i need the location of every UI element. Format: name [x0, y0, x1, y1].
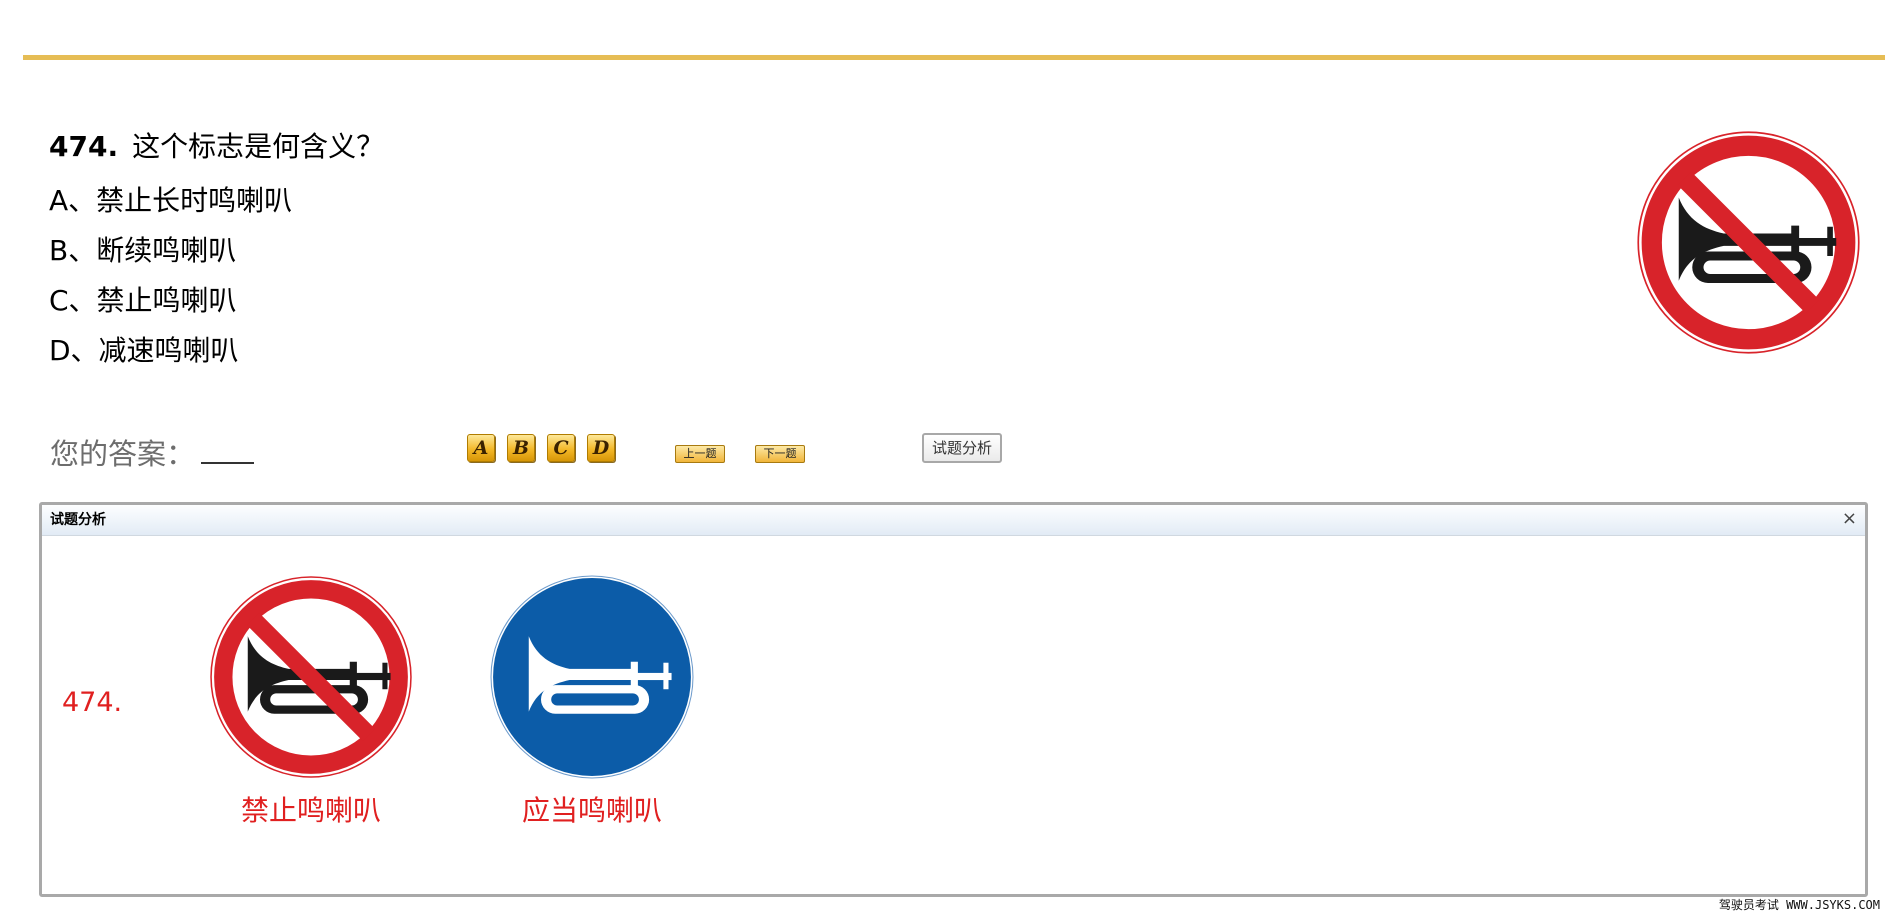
panel-question-number: 474.: [62, 687, 123, 718]
analysis-button[interactable]: 试题分析: [922, 433, 1002, 463]
honking-required-sign-icon: [490, 575, 694, 779]
your-answer-label: 您的答案：: [50, 437, 196, 471]
close-icon[interactable]: ×: [1842, 509, 1857, 529]
panel-title: 试题分析: [50, 512, 106, 528]
caption-no-honking: 禁止鸣喇叭: [240, 794, 381, 827]
caption-honking-required: 应当鸣喇叭: [521, 794, 662, 827]
answer-blank: [201, 462, 254, 464]
option-a: A、禁止长时鸣喇叭: [49, 184, 293, 217]
no-honking-sign-icon: [210, 576, 412, 778]
top-divider: [23, 55, 1885, 60]
answer-b-button[interactable]: B: [507, 434, 535, 462]
panel-header: 试题分析 ×: [42, 505, 1865, 536]
question-text: 这个标志是何含义？: [132, 130, 385, 163]
answer-a-button[interactable]: A: [467, 434, 495, 462]
question-line: 474. 这个标志是何含义？: [49, 132, 384, 162]
answer-c-button[interactable]: C: [547, 434, 575, 462]
next-question-button[interactable]: 下一题: [755, 445, 805, 463]
no-honking-sign-icon: [1637, 131, 1860, 354]
option-b: B、断续鸣喇叭: [49, 234, 237, 267]
prev-question-button[interactable]: 上一题: [675, 445, 725, 463]
option-d: D、减速鸣喇叭: [49, 334, 239, 367]
footer-watermark: 驾驶员考试 WWW.JSYKS.COM: [1718, 898, 1880, 912]
analysis-panel: 试题分析 × 474. 禁止鸣喇叭 应当鸣喇叭: [39, 502, 1868, 897]
question-number: 474.: [49, 130, 119, 163]
answer-d-button[interactable]: D: [587, 434, 615, 462]
option-c: C、禁止鸣喇叭: [49, 284, 237, 317]
